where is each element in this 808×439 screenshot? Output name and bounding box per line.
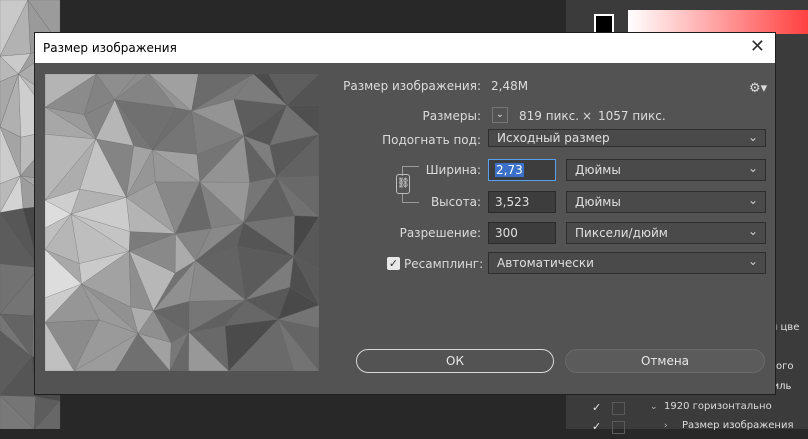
height-label: Высота: [430,195,481,209]
chevron-right-icon[interactable]: › [664,421,668,431]
cancel-button-label: Отмена [640,354,690,368]
width-input[interactable]: 2,73 [488,159,556,181]
link-chain-icon[interactable]: ⛓ [396,174,410,194]
width-label: Ширина: [425,163,481,177]
preview-image [45,74,319,371]
layer-row[interactable]: ✓ › Размер изображения [580,417,808,439]
width-unit-select[interactable]: Дюймы ⌄ [566,159,766,181]
resolution-unit-select[interactable]: Пиксели/дюйм ⌄ [566,222,766,244]
width-unit: Дюймы [575,163,621,177]
layer-toggle-box[interactable] [612,402,625,415]
chevron-down-icon: ⌄ [747,130,758,144]
resolution-value: 300 [495,226,518,240]
ok-button-label: ОК [446,354,464,368]
layer-toggle-box[interactable] [612,421,625,434]
fit-to-value: Исходный размер [497,131,610,145]
close-icon[interactable]: ✕ [750,37,765,57]
layer-name: Размер изображения [682,420,794,431]
chevron-down-icon: ⌄ [747,161,758,175]
image-size-dialog: Размер изображения ✕ Размер изображения:… [34,32,776,395]
resample-value: Автоматически [497,256,594,270]
resample-label: Ресамплинг: [404,257,484,271]
height-value: 3,523 [495,195,530,209]
dialog-titlebar[interactable]: Размер изображения ✕ [35,33,775,63]
dimensions-label: Размеры: [422,109,481,123]
width-value: 2,73 [495,163,524,177]
dimensions-height: 1057 пикс. [598,109,666,123]
ok-button[interactable]: ОК [356,349,554,373]
layer-name: 1920 горизонтально [664,401,772,412]
image-size-value: 2,48M [491,79,529,93]
chevron-down-icon: ⌄ [747,193,758,207]
height-input[interactable]: 3,523 [488,191,556,213]
visibility-check-icon[interactable]: ✓ [592,421,602,432]
resolution-label: Разрешение: [399,226,481,240]
chevron-down-icon: ⌄ [747,254,758,268]
fit-to-select[interactable]: Исходный размер ⌄ [488,129,766,147]
resample-checkbox[interactable]: ✓ [387,257,400,270]
visibility-check-icon[interactable]: ✓ [592,402,602,413]
resolution-unit: Пиксели/дюйм [575,226,668,240]
resample-select[interactable]: Автоматически ⌄ [488,252,766,274]
dimensions-width: 819 пикс. [519,109,580,123]
chevron-down-icon: ⌄ [747,224,758,238]
color-picker-field[interactable] [628,10,808,34]
fit-to-label: Подогнать под: [382,133,481,147]
height-unit-select[interactable]: Дюймы ⌄ [566,191,766,213]
height-unit: Дюймы [575,195,621,209]
cancel-button[interactable]: Отмена [565,349,765,373]
dimensions-times: × [582,109,593,123]
foreground-color-swatch[interactable] [594,14,614,34]
gear-icon[interactable]: ⚙▾ [749,81,767,96]
image-size-label: Размер изображения: [343,79,481,93]
chevron-down-icon[interactable]: ⌄ [650,402,658,412]
chevron-down-icon[interactable]: ⌄ [492,107,508,123]
image-preview[interactable] [45,74,319,371]
dialog-title: Размер изображения [43,41,177,55]
resolution-input[interactable]: 300 [488,222,556,244]
